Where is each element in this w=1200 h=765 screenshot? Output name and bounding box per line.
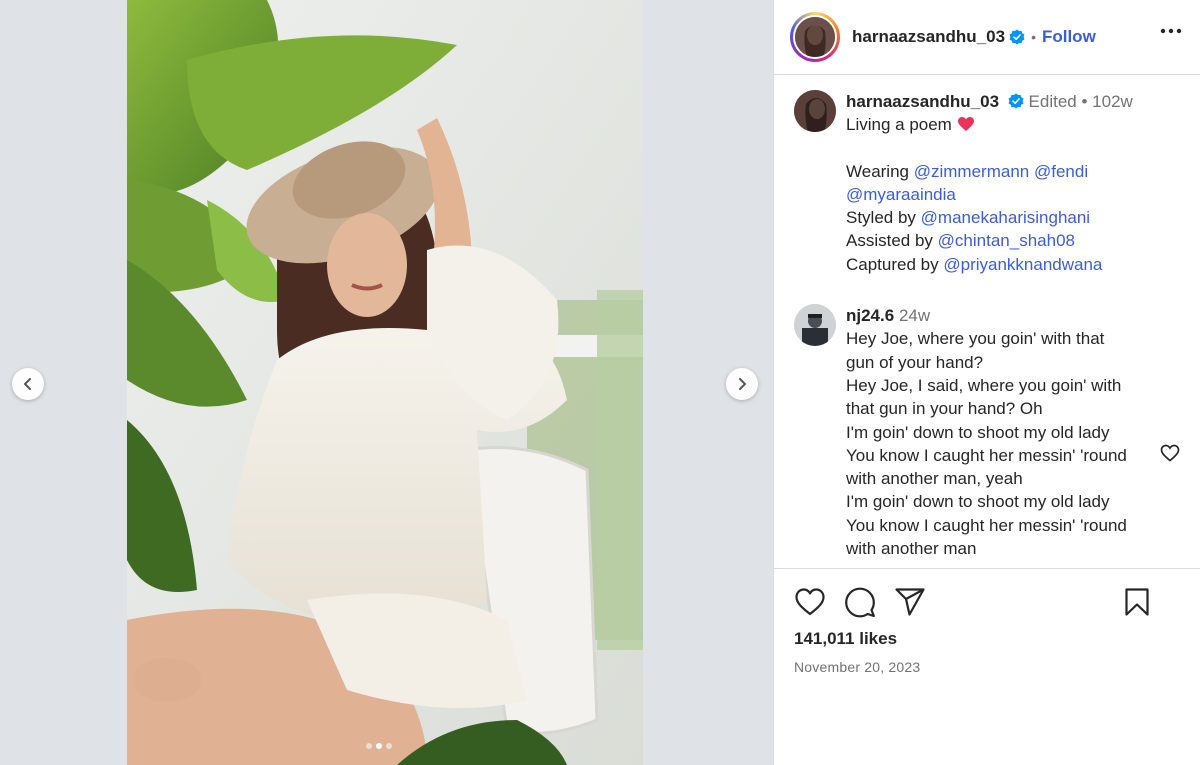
- carousel-dot-active: [376, 743, 382, 749]
- likes-count[interactable]: 141,011 likes: [794, 629, 1180, 649]
- comment-line: I'm goin' down to shoot my old lady: [846, 422, 1110, 442]
- share-button[interactable]: [894, 587, 926, 617]
- comment-line: with another man: [846, 539, 977, 559]
- mention-link[interactable]: @myaraaindia: [846, 185, 956, 204]
- post-header: harnaazsandhu_03 • Follow: [774, 0, 1200, 75]
- separator-dot: •: [1081, 92, 1088, 111]
- caption-avatar[interactable]: [794, 90, 836, 132]
- comment-avatar[interactable]: [794, 304, 836, 347]
- chevron-left-icon: [24, 378, 31, 390]
- comment-line: with another man, yeah: [846, 469, 1023, 489]
- save-button[interactable]: [1124, 587, 1150, 622]
- assisted-prefix: Assisted by: [846, 231, 933, 251]
- post-photo[interactable]: [127, 0, 643, 765]
- avatar-image: [794, 304, 836, 347]
- caption-body: harnaazsandhu_03 Edited • 102w Living a …: [846, 90, 1156, 276]
- post-date[interactable]: November 20, 2023: [794, 659, 1180, 675]
- comment-line: Hey Joe, where you goin' with that: [846, 329, 1105, 349]
- heart-icon: [795, 588, 825, 616]
- comment-item: nj24.6 24w Hey Joe, where you goin' with…: [794, 304, 1180, 560]
- wearing-prefix: Wearing: [846, 161, 909, 181]
- edited-label: Edited: [1028, 92, 1077, 111]
- carousel-dot: [386, 743, 392, 749]
- caption-text: Living a poem: [846, 115, 952, 135]
- header-username[interactable]: harnaazsandhu_03: [852, 27, 1005, 47]
- comment-line: Hey Joe, I said, where you goin' with: [846, 375, 1122, 395]
- post-media: [0, 0, 773, 765]
- comments-list[interactable]: harnaazsandhu_03 Edited • 102w Living a …: [774, 76, 1200, 568]
- comment-username[interactable]: nj24.6: [846, 306, 894, 325]
- mention-link[interactable]: @chintan_shah08: [938, 231, 1075, 250]
- story-ring[interactable]: [790, 12, 840, 62]
- comment-age[interactable]: 24w: [899, 306, 930, 325]
- mention-link[interactable]: @priyankknandwana: [943, 255, 1102, 274]
- post-side-panel: harnaazsandhu_03 • Follow harnaazsandhu_…: [773, 0, 1200, 765]
- follow-button[interactable]: Follow: [1042, 27, 1096, 47]
- like-button[interactable]: [794, 587, 826, 617]
- caption-age[interactable]: 102w: [1092, 92, 1133, 111]
- previous-photo-button[interactable]: [12, 368, 44, 400]
- heart-emoji-icon: [957, 117, 974, 132]
- comment-line: I'm goin' down to shoot my old lady: [846, 492, 1110, 512]
- comment-line: gun of your hand?: [846, 352, 984, 372]
- avatar: [793, 15, 837, 59]
- avatar-image: [794, 90, 836, 132]
- like-comment-icon[interactable]: [1160, 444, 1180, 462]
- caption-username[interactable]: harnaazsandhu_03: [846, 92, 999, 111]
- comment-line: You know I caught her messin' 'round: [846, 445, 1127, 465]
- captured-prefix: Captured by: [846, 254, 939, 274]
- comment-line: You know I caught her messin' 'round: [846, 515, 1127, 535]
- separator-dot: •: [1031, 29, 1036, 45]
- photo-illustration: [127, 0, 643, 765]
- comment-body: nj24.6 24w Hey Joe, where you goin' with…: [846, 304, 1156, 560]
- avatar-image: [795, 17, 835, 57]
- styled-prefix: Styled by: [846, 208, 916, 228]
- more-options-icon[interactable]: [1160, 28, 1182, 34]
- verified-badge-icon: [1009, 29, 1025, 45]
- comment-button[interactable]: [844, 586, 876, 618]
- share-icon: [895, 588, 925, 616]
- comment-icon: [845, 587, 875, 618]
- bookmark-icon: [1125, 588, 1149, 616]
- chevron-right-icon: [739, 378, 746, 390]
- mention-link[interactable]: @manekaharisinghani: [921, 208, 1090, 227]
- next-photo-button[interactable]: [726, 368, 758, 400]
- caption: harnaazsandhu_03 Edited • 102w Living a …: [794, 90, 1180, 276]
- post-actions: 141,011 likes November 20, 2023: [774, 568, 1200, 675]
- mention-link[interactable]: @zimmermann: [914, 162, 1030, 181]
- comment-line: that gun in your hand? Oh: [846, 399, 1043, 419]
- carousel-dot: [366, 743, 372, 749]
- carousel-indicator: [366, 743, 392, 749]
- action-icons: [794, 585, 1180, 619]
- mention-link[interactable]: @fendi: [1034, 162, 1088, 181]
- verified-badge-icon: [1008, 93, 1024, 109]
